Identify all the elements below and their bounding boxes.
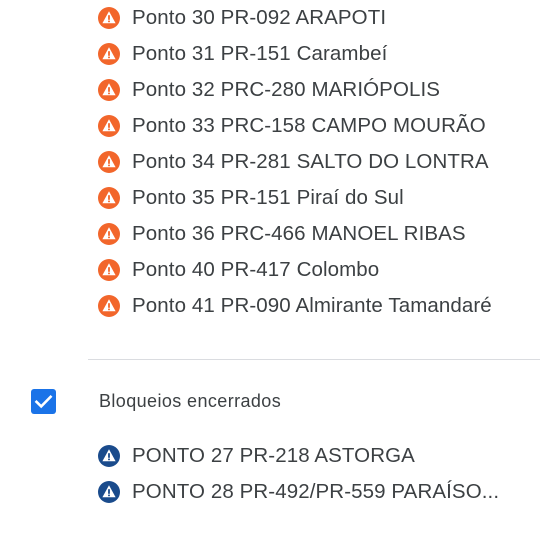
list-item-label: Ponto 32 PRC-280 MARIÓPOLIS xyxy=(132,78,441,101)
list-item-active-5[interactable]: Ponto 35 PR-151 Piraí do Sul xyxy=(98,180,404,216)
list-item-active-6[interactable]: Ponto 36 PRC-466 MANOEL RIBAS xyxy=(98,216,466,252)
list-item-label: Ponto 33 PRC-158 CAMPO MOURÃO xyxy=(132,114,486,137)
checkbox-checked-icon xyxy=(31,389,56,414)
warning-icon xyxy=(98,295,120,317)
warning-icon xyxy=(98,79,120,101)
list-item-label: Ponto 30 PR-092 ARAPOTI xyxy=(132,6,387,29)
warning-icon xyxy=(98,115,120,137)
list-item-label: Ponto 35 PR-151 Piraí do Sul xyxy=(132,186,404,209)
list-item-label: PONTO 28 PR-492/PR-559 PARAÍSO... xyxy=(132,480,500,503)
list-item-label: Ponto 41 PR-090 Almirante Tamandaré xyxy=(132,294,492,317)
warning-icon xyxy=(98,151,120,173)
list-item-label: PONTO 27 PR-218 ASTORGA xyxy=(132,444,415,467)
closed-section-checkbox[interactable] xyxy=(31,389,56,414)
warning-icon xyxy=(98,43,120,65)
warning-icon xyxy=(98,187,120,209)
list-item-active-2[interactable]: Ponto 32 PRC-280 MARIÓPOLIS xyxy=(98,72,440,108)
warning-icon xyxy=(98,259,120,281)
list-item-label: Ponto 36 PRC-466 MANOEL RIBAS xyxy=(132,222,466,245)
closed-section-title: Bloqueios encerrados xyxy=(99,390,282,411)
list-item-active-4[interactable]: Ponto 34 PR-281 SALTO DO LONTRA xyxy=(98,144,489,180)
list-item-active-7[interactable]: Ponto 40 PR-417 Colombo xyxy=(98,252,379,288)
list-item-active-0[interactable]: Ponto 30 PR-092 ARAPOTI xyxy=(98,0,386,36)
section-divider xyxy=(88,359,540,360)
warning-icon xyxy=(98,445,120,467)
warning-icon xyxy=(98,481,120,503)
warning-icon xyxy=(98,223,120,245)
list-item-closed-0[interactable]: PONTO 27 PR-218 ASTORGA xyxy=(98,438,415,474)
list-item-label: Ponto 31 PR-151 Carambeí xyxy=(132,42,388,65)
list-item-active-8[interactable]: Ponto 41 PR-090 Almirante Tamandaré xyxy=(98,288,492,324)
list-item-active-3[interactable]: Ponto 33 PRC-158 CAMPO MOURÃO xyxy=(98,108,486,144)
list-item-label: Ponto 40 PR-417 Colombo xyxy=(132,258,380,281)
list-item-active-1[interactable]: Ponto 31 PR-151 Carambeí xyxy=(98,36,387,72)
list-item-label: Ponto 34 PR-281 SALTO DO LONTRA xyxy=(132,150,489,173)
warning-icon xyxy=(98,7,120,29)
list-item-closed-1[interactable]: PONTO 28 PR-492/PR-559 PARAÍSO... xyxy=(98,474,499,510)
